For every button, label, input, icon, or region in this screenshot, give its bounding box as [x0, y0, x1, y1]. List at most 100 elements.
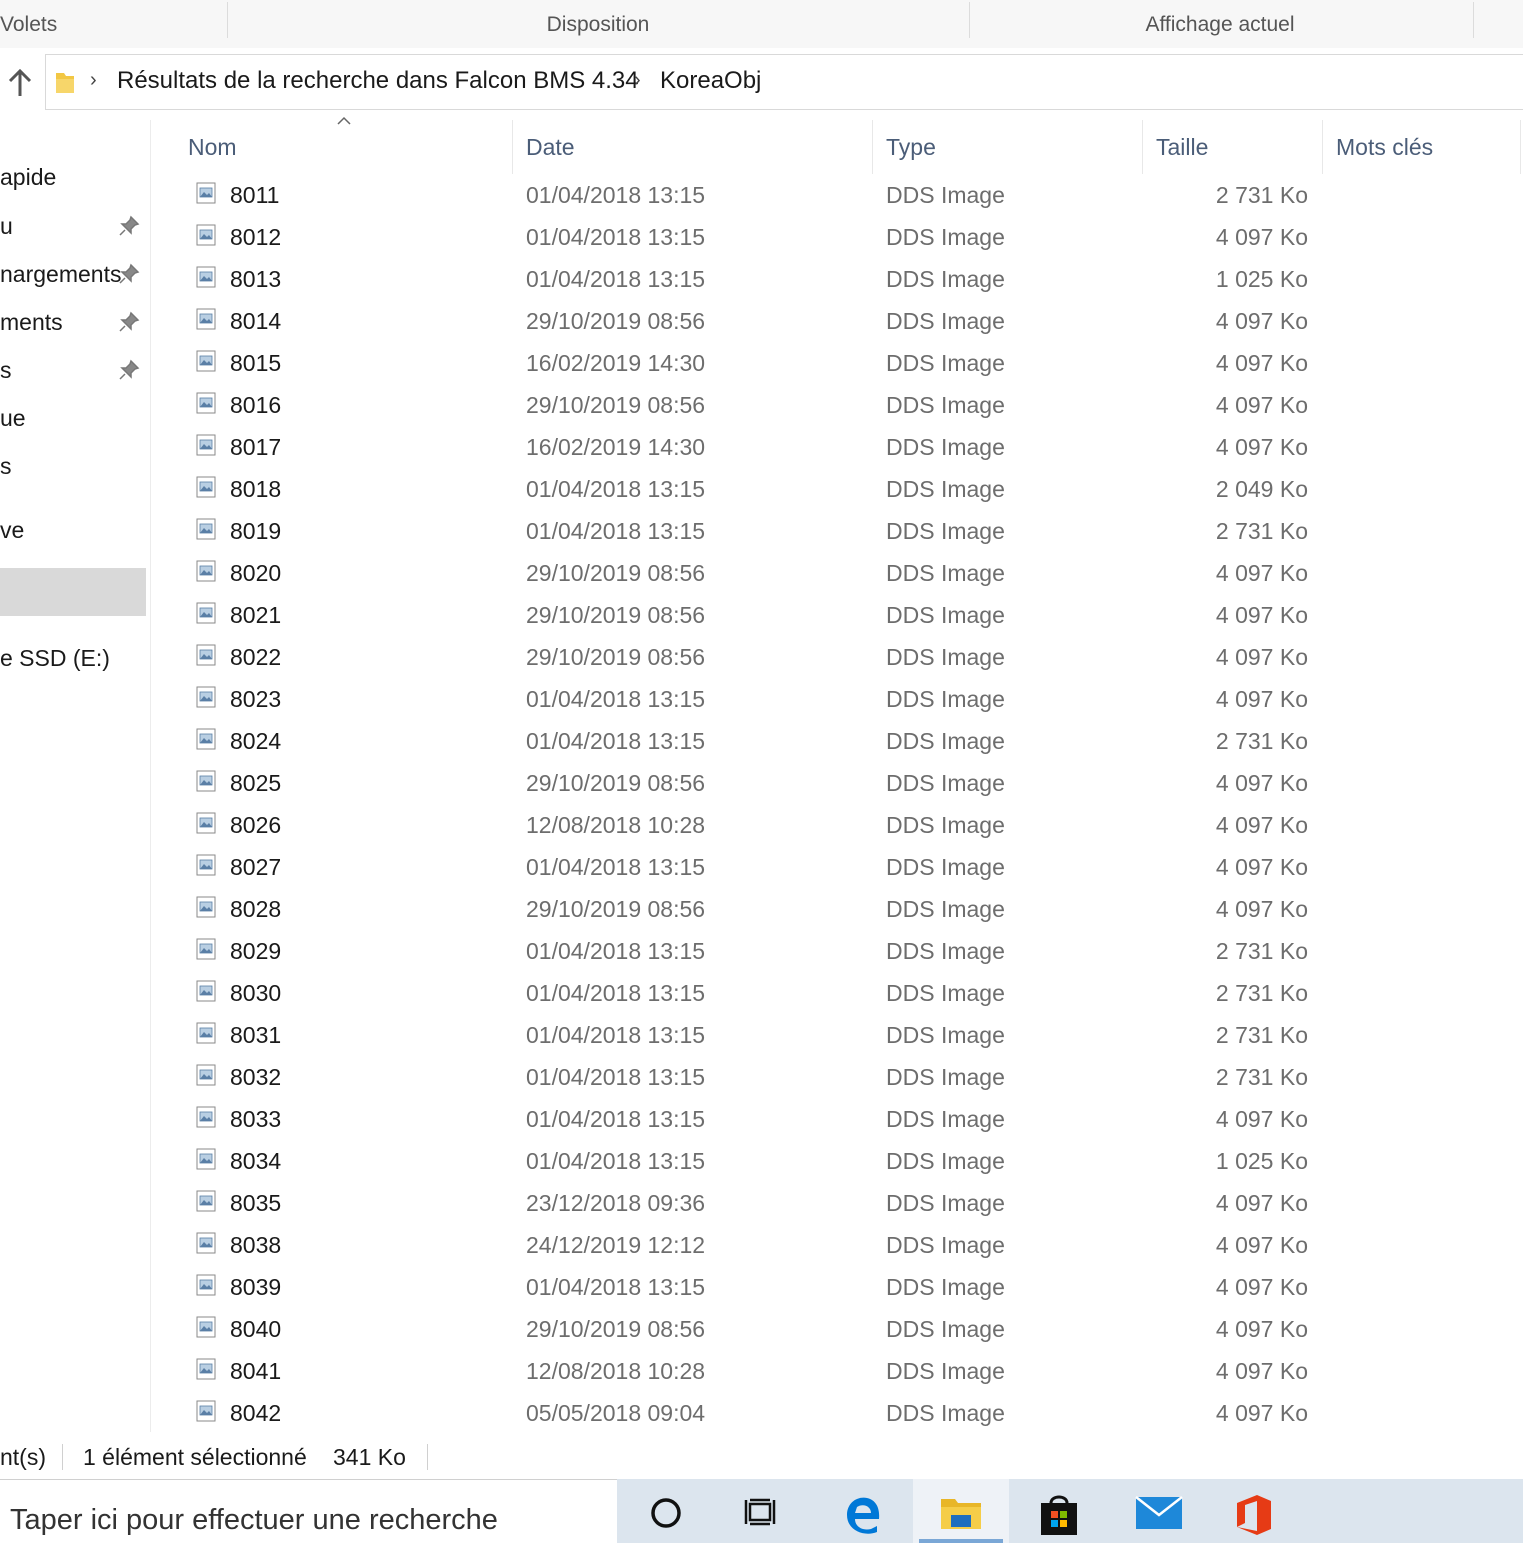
- chevron-right-icon[interactable]: ›: [90, 69, 97, 92]
- chevron-right-icon[interactable]: ›: [634, 69, 641, 92]
- taskbar-search-placeholder: Taper ici pour effectuer une recherche: [10, 1504, 498, 1536]
- table-row[interactable]: 8041 12/08/2018 10:28 DDS Image 4 097 Ko: [151, 1350, 1523, 1392]
- table-row[interactable]: 8028 29/10/2019 08:56 DDS Image 4 097 Ko: [151, 888, 1523, 930]
- file-size: 4 097 Ko: [1215, 434, 1308, 460]
- table-row[interactable]: 8032 01/04/2018 13:15 DDS Image 2 731 Ko: [151, 1056, 1523, 1098]
- cortana-icon[interactable]: [618, 1479, 714, 1543]
- column-separator[interactable]: [512, 120, 513, 174]
- nav-item-documents[interactable]: ments: [0, 309, 63, 336]
- file-size: 4 097 Ko: [1215, 812, 1308, 838]
- file-type: DDS Image: [886, 224, 1005, 250]
- file-date: 01/04/2018 13:15: [526, 476, 706, 502]
- table-row[interactable]: 8033 01/04/2018 13:15 DDS Image 4 097 Ko: [151, 1098, 1523, 1140]
- up-arrow-icon[interactable]: [4, 66, 36, 100]
- image-file-icon: [196, 434, 216, 456]
- ribbon-group-layout[interactable]: Disposition: [228, 0, 968, 48]
- office-icon[interactable]: [1205, 1479, 1301, 1543]
- table-row[interactable]: 8014 29/10/2019 08:56 DDS Image 4 097 Ko: [151, 300, 1523, 342]
- table-row[interactable]: 8031 01/04/2018 13:15 DDS Image 2 731 Ko: [151, 1014, 1523, 1056]
- file-date: 01/04/2018 13:15: [526, 1106, 706, 1132]
- image-file-icon: [196, 938, 216, 960]
- image-file-icon: [196, 812, 216, 834]
- breadcrumb-search-results[interactable]: Résultats de la recherche dans Falcon BM…: [117, 67, 639, 95]
- table-row[interactable]: 8025 29/10/2019 08:56 DDS Image 4 097 Ko: [151, 762, 1523, 804]
- file-type: DDS Image: [886, 602, 1005, 628]
- image-file-icon: [196, 476, 216, 498]
- column-header-keywords[interactable]: Mots clés: [1336, 134, 1433, 161]
- column-header-size[interactable]: Taille: [1156, 134, 1208, 161]
- column-header-date[interactable]: Date: [526, 134, 575, 161]
- file-type: DDS Image: [886, 686, 1005, 712]
- ribbon-group-current-view[interactable]: Affichage actuel: [970, 0, 1470, 48]
- edge-icon[interactable]: [815, 1479, 911, 1543]
- table-row[interactable]: 8023 01/04/2018 13:15 DDS Image 4 097 Ko: [151, 678, 1523, 720]
- ribbon-group-panes[interactable]: Volets: [0, 0, 60, 48]
- status-selection: 1 élément sélectionné: [83, 1444, 307, 1470]
- table-row[interactable]: 8012 01/04/2018 13:15 DDS Image 4 097 Ko: [151, 216, 1523, 258]
- file-size: 2 731 Ko: [1215, 728, 1308, 754]
- table-row[interactable]: 8030 01/04/2018 13:15 DDS Image 2 731 Ko: [151, 972, 1523, 1014]
- taskbar-search-box[interactable]: Taper ici pour effectuer une recherche: [0, 1479, 617, 1543]
- table-row[interactable]: 8013 01/04/2018 13:15 DDS Image 1 025 Ko: [151, 258, 1523, 300]
- file-type: DDS Image: [886, 1148, 1005, 1174]
- file-date: 16/02/2019 14:30: [526, 434, 706, 460]
- folder-icon: [54, 69, 76, 95]
- mail-icon[interactable]: [1108, 1479, 1204, 1543]
- nav-item-quick-access[interactable]: apide: [0, 164, 56, 191]
- table-row[interactable]: 8015 16/02/2019 14:30 DDS Image 4 097 Ko: [151, 342, 1523, 384]
- table-row[interactable]: 8024 01/04/2018 13:15 DDS Image 2 731 Ko: [151, 720, 1523, 762]
- file-size: 4 097 Ko: [1215, 1358, 1308, 1384]
- file-size: 2 731 Ko: [1215, 1022, 1308, 1048]
- file-type: DDS Image: [886, 812, 1005, 838]
- nav-item-onedrive[interactable]: ve: [0, 517, 24, 544]
- column-separator[interactable]: [872, 120, 873, 174]
- file-size: 2 731 Ko: [1215, 938, 1308, 964]
- nav-item-ssd-drive[interactable]: e SSD (E:): [0, 645, 110, 672]
- file-date: 01/04/2018 13:15: [526, 182, 706, 208]
- file-type: DDS Image: [886, 1400, 1005, 1426]
- table-row[interactable]: 8040 29/10/2019 08:56 DDS Image 4 097 Ko: [151, 1308, 1523, 1350]
- table-row[interactable]: 8027 01/04/2018 13:15 DDS Image 4 097 Ko: [151, 846, 1523, 888]
- image-file-icon: [196, 308, 216, 330]
- column-separator[interactable]: [1520, 120, 1521, 174]
- image-file-icon: [196, 980, 216, 1002]
- store-icon[interactable]: [1011, 1479, 1107, 1543]
- nav-item-videos[interactable]: s: [0, 453, 12, 480]
- table-row[interactable]: 8017 16/02/2019 14:30 DDS Image 4 097 Ko: [151, 426, 1523, 468]
- file-type: DDS Image: [886, 1358, 1005, 1384]
- column-header-name[interactable]: Nom: [188, 134, 237, 161]
- table-row[interactable]: 8039 01/04/2018 13:15 DDS Image 4 097 Ko: [151, 1266, 1523, 1308]
- file-size: 4 097 Ko: [1215, 1400, 1308, 1426]
- status-bar: nt(s) 1 élément sélectionné 341 Ko: [0, 1436, 1523, 1478]
- table-row[interactable]: 8042 05/05/2018 09:04 DDS Image 4 097 Ko: [151, 1392, 1523, 1434]
- table-row[interactable]: 8035 23/12/2018 09:36 DDS Image 4 097 Ko: [151, 1182, 1523, 1224]
- table-row[interactable]: 8026 12/08/2018 10:28 DDS Image 4 097 Ko: [151, 804, 1523, 846]
- column-separator[interactable]: [1322, 120, 1323, 174]
- image-file-icon: [196, 1274, 216, 1296]
- image-file-icon: [196, 266, 216, 288]
- breadcrumb-koreaobj[interactable]: KoreaObj: [660, 67, 761, 95]
- table-row[interactable]: 8034 01/04/2018 13:15 DDS Image 1 025 Ko: [151, 1140, 1523, 1182]
- nav-item-downloads[interactable]: nargements: [0, 261, 121, 288]
- column-separator[interactable]: [1142, 120, 1143, 174]
- image-file-icon: [196, 1316, 216, 1338]
- column-header-type[interactable]: Type: [886, 134, 936, 161]
- table-row[interactable]: 8022 29/10/2019 08:56 DDS Image 4 097 Ko: [151, 636, 1523, 678]
- file-name: 8023: [230, 686, 282, 712]
- table-row[interactable]: 8038 24/12/2019 12:12 DDS Image 4 097 Ko: [151, 1224, 1523, 1266]
- table-row[interactable]: 8020 29/10/2019 08:56 DDS Image 4 097 Ko: [151, 552, 1523, 594]
- table-row[interactable]: 8011 01/04/2018 13:15 DDS Image 2 731 Ko: [151, 174, 1523, 216]
- table-row[interactable]: 8019 01/04/2018 13:15 DDS Image 2 731 Ko: [151, 510, 1523, 552]
- table-row[interactable]: 8018 01/04/2018 13:15 DDS Image 2 049 Ko: [151, 468, 1523, 510]
- nav-item-images[interactable]: s: [0, 357, 12, 384]
- file-explorer-icon[interactable]: [913, 1479, 1009, 1543]
- task-view-icon[interactable]: [714, 1479, 810, 1543]
- table-row[interactable]: 8016 29/10/2019 08:56 DDS Image 4 097 Ko: [151, 384, 1523, 426]
- table-row[interactable]: 8021 29/10/2019 08:56 DDS Image 4 097 Ko: [151, 594, 1523, 636]
- nav-item-music[interactable]: ue: [0, 405, 26, 432]
- status-separator: [62, 1444, 63, 1470]
- file-type: DDS Image: [886, 1316, 1005, 1342]
- table-row[interactable]: 8029 01/04/2018 13:15 DDS Image 2 731 Ko: [151, 930, 1523, 972]
- address-bar[interactable]: › Résultats de la recherche dans Falcon …: [45, 54, 1523, 110]
- nav-item-desktop[interactable]: u: [0, 213, 13, 240]
